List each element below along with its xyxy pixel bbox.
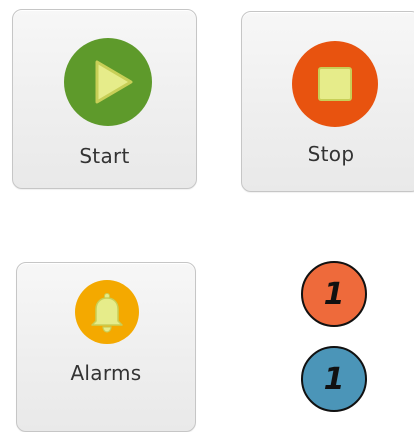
count-badge-blue: 1 [301,346,367,412]
stop-label: Stop [307,142,355,166]
play-icon [64,38,152,126]
stop-button[interactable]: Stop [241,11,414,192]
count-badge-orange: 1 [301,261,367,327]
alarms-button[interactable]: Alarms [16,262,196,432]
start-label: Start [79,144,130,168]
alarms-label: Alarms [70,361,142,385]
bell-icon [75,280,139,344]
stop-icon [292,41,378,127]
start-button[interactable]: Start [12,9,197,189]
